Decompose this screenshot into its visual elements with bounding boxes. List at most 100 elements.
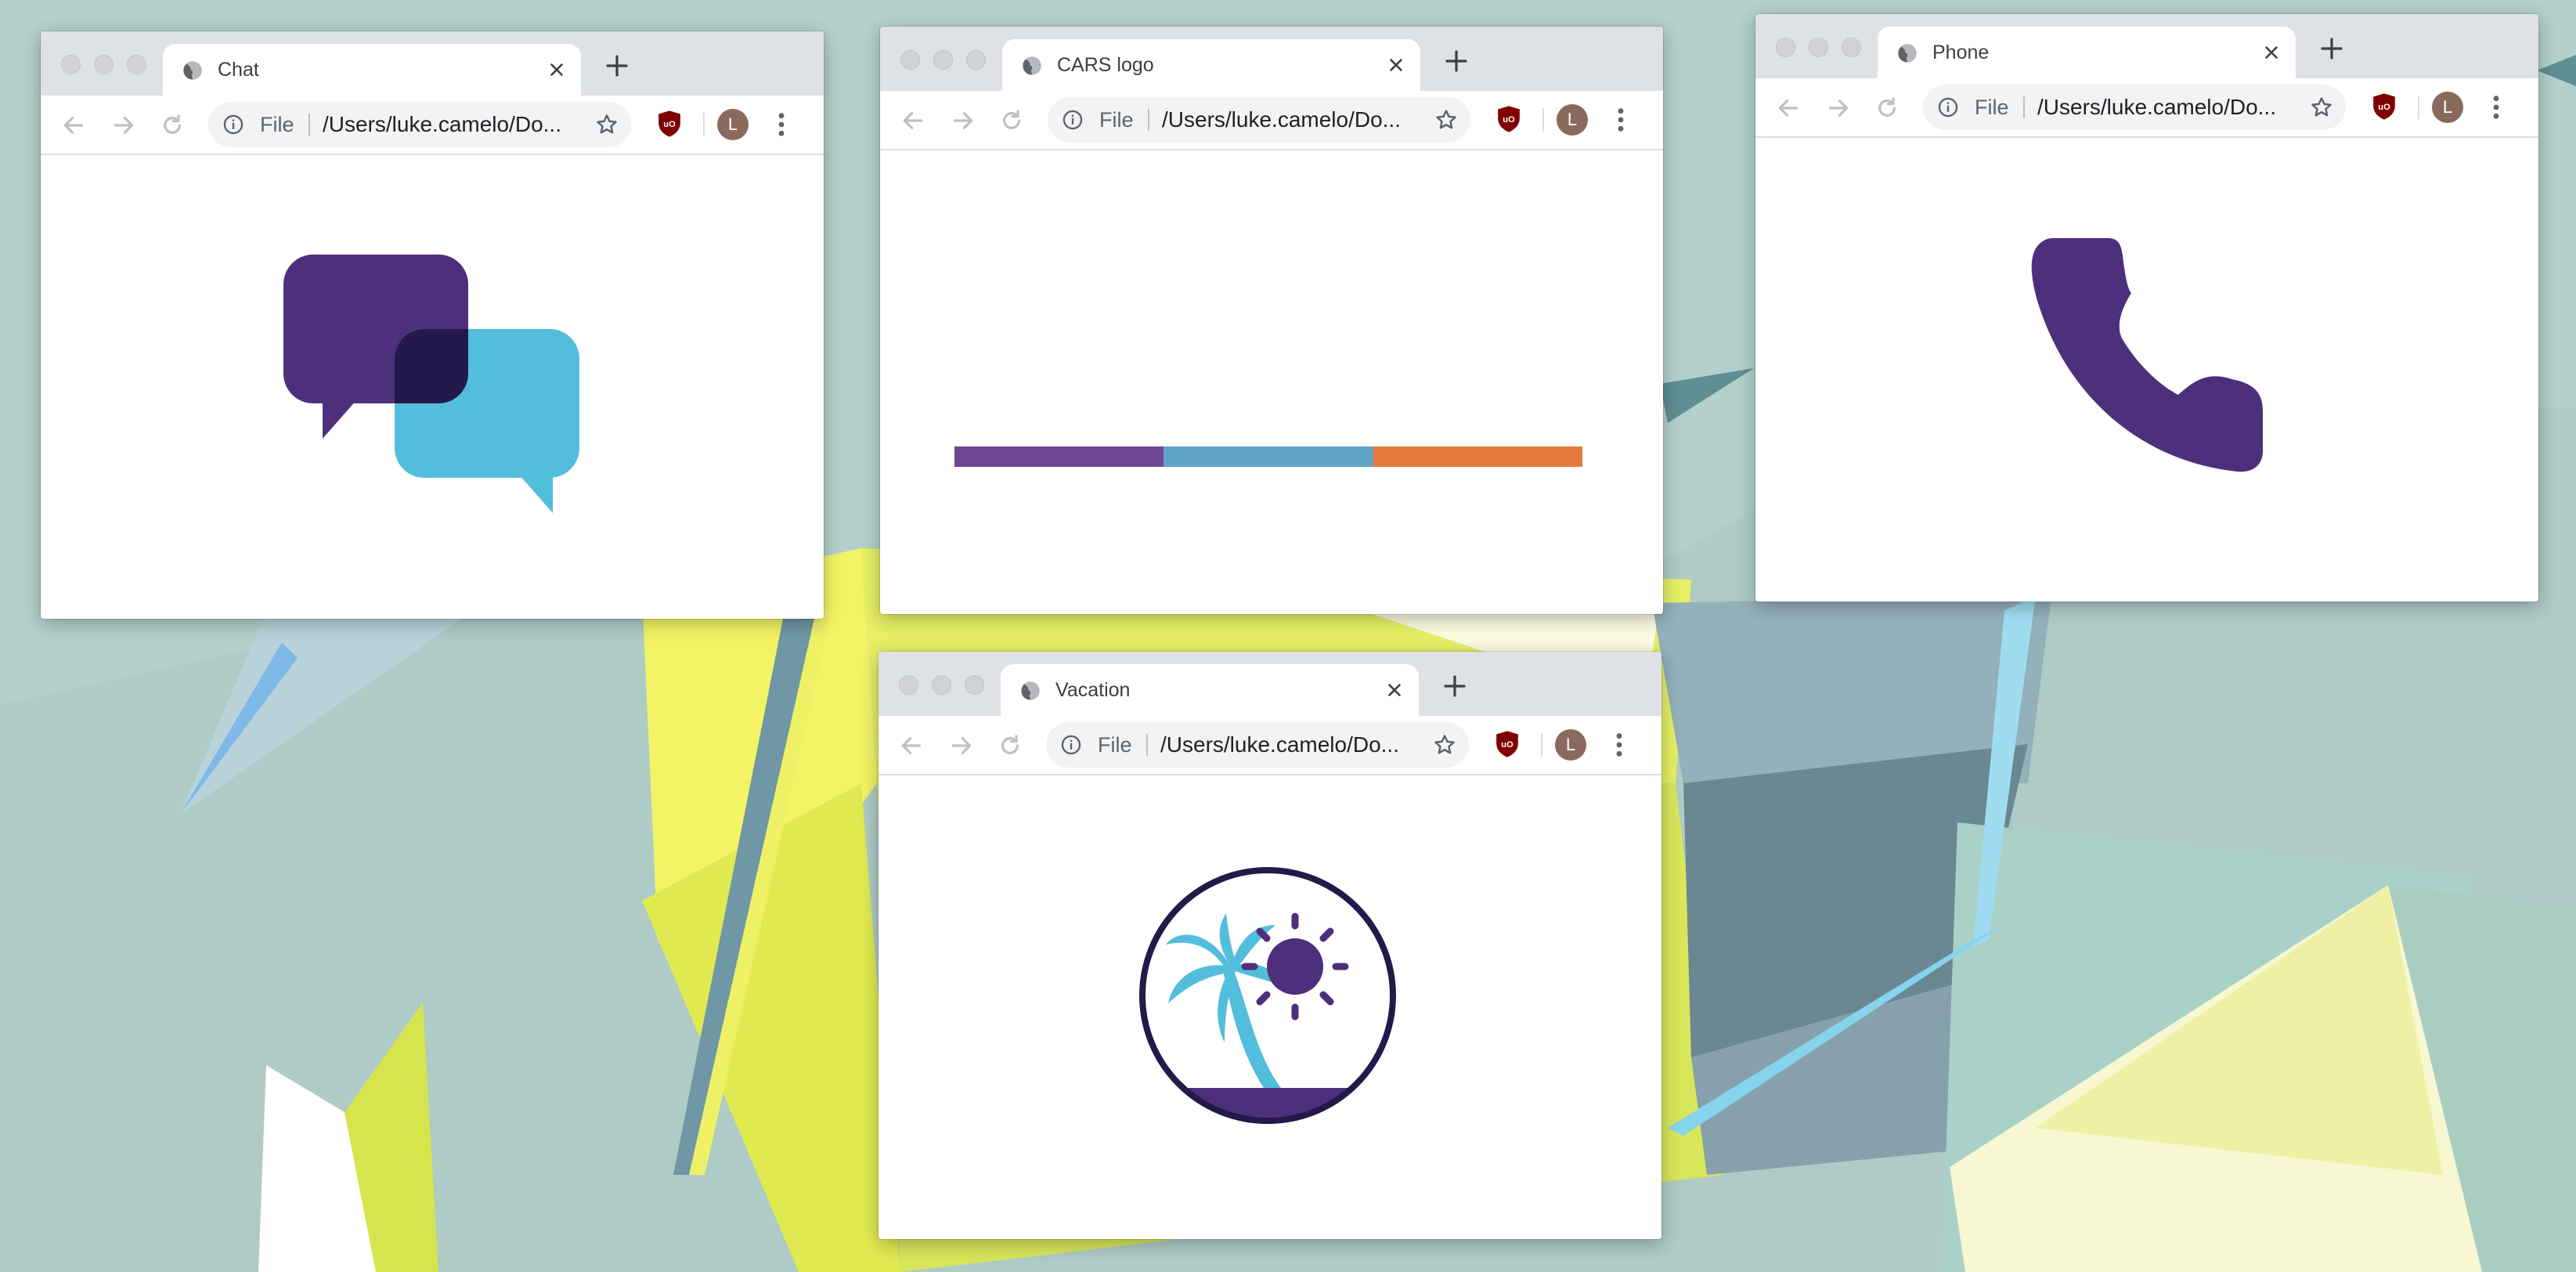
close-tab-icon[interactable] <box>547 60 567 80</box>
svg-text:uO: uO <box>1501 740 1513 750</box>
address-separator <box>308 114 310 136</box>
back-arrow-icon[interactable] <box>61 113 86 138</box>
back-arrow-icon[interactable] <box>899 733 924 758</box>
profile-avatar[interactable]: L <box>1557 104 1588 136</box>
ublock-shield-icon[interactable]: uO <box>1494 730 1521 758</box>
ublock-shield-icon[interactable]: uO <box>2371 92 2397 121</box>
globe-icon <box>1898 44 1917 63</box>
zoom-window-button[interactable] <box>966 50 986 70</box>
browser-window-cars-logo[interactable]: CARS logo File /Users/luke.camelo/Do... … <box>880 27 1663 614</box>
minimize-window-button[interactable] <box>94 55 114 74</box>
vacation-palm-sun-icon <box>1139 867 1396 1124</box>
svg-text:uO: uO <box>663 120 676 129</box>
ublock-shield-icon[interactable]: uO <box>656 110 683 138</box>
tab-phone[interactable]: Phone <box>1878 27 2296 78</box>
address-bar[interactable]: File /Users/luke.camelo/Do... <box>1046 722 1469 768</box>
page-content <box>41 155 824 619</box>
toolbar: File /Users/luke.camelo/Do... uO L <box>41 96 824 155</box>
file-scheme-label: File <box>1099 108 1134 132</box>
new-tab-icon[interactable] <box>1442 674 1467 699</box>
address-bar[interactable]: File /Users/luke.camelo/Do... <box>1923 85 2346 130</box>
globe-icon <box>183 61 202 80</box>
phone-icon <box>2031 238 2263 472</box>
ublock-shield-icon[interactable]: uO <box>1495 105 1522 133</box>
back-arrow-icon[interactable] <box>900 108 925 133</box>
url-text[interactable]: /Users/luke.camelo/Do... <box>2037 96 2276 119</box>
url-text[interactable]: /Users/luke.camelo/Do... <box>1162 108 1401 132</box>
svg-text:uO: uO <box>1503 115 1515 125</box>
menu-kebab-icon[interactable] <box>1611 732 1627 758</box>
close-tab-icon[interactable] <box>1386 55 1406 75</box>
tab-title: Phone <box>1932 42 1990 63</box>
close-tab-icon[interactable] <box>1384 680 1405 700</box>
toolbar: File /Users/luke.camelo/Do... uO L <box>880 91 1663 150</box>
cars-logo-stripe <box>954 446 1582 467</box>
forward-arrow-icon[interactable] <box>111 113 136 138</box>
page-content <box>879 775 1661 1239</box>
cars-logo-stripe-orange <box>1373 446 1582 467</box>
menu-kebab-icon[interactable] <box>1613 107 1629 133</box>
file-scheme-label: File <box>1098 733 1132 757</box>
minimize-window-button[interactable] <box>932 675 951 695</box>
toolbar: File /Users/luke.camelo/Do... uO L <box>879 716 1661 775</box>
tab-strip: Vacation <box>879 652 1661 716</box>
tab-strip: Phone <box>1755 14 2538 78</box>
browser-window-chat[interactable]: Chat File /Users/luke.camelo/Do... uO L <box>41 31 824 619</box>
address-separator <box>2023 96 2025 118</box>
chat-bubbles-icon <box>283 255 579 513</box>
window-controls <box>900 50 986 70</box>
new-tab-icon[interactable] <box>2319 36 2344 61</box>
close-window-button[interactable] <box>61 55 81 74</box>
page-content <box>1755 138 2538 602</box>
profile-avatar[interactable]: L <box>717 109 749 140</box>
tab-chat[interactable]: Chat <box>163 44 581 96</box>
info-icon[interactable] <box>222 114 244 136</box>
profile-avatar[interactable]: L <box>2432 92 2463 123</box>
tab-title: CARS logo <box>1057 54 1154 76</box>
menu-kebab-icon[interactable] <box>2488 94 2504 121</box>
file-scheme-label: File <box>260 113 294 136</box>
bookmark-star-icon[interactable] <box>595 113 619 136</box>
url-text[interactable]: /Users/luke.camelo/Do... <box>1160 733 1399 757</box>
toolbar-separator <box>1541 733 1542 757</box>
reload-icon[interactable] <box>1874 96 1900 121</box>
tab-title: Vacation <box>1055 679 1131 701</box>
zoom-window-button[interactable] <box>965 675 984 695</box>
close-window-button[interactable] <box>1776 38 1795 57</box>
address-separator <box>1148 109 1149 131</box>
info-icon[interactable] <box>1060 734 1082 756</box>
zoom-window-button[interactable] <box>1842 38 1861 57</box>
reload-icon[interactable] <box>160 113 185 138</box>
new-tab-icon[interactable] <box>1444 49 1469 74</box>
browser-window-vacation[interactable]: Vacation File /Users/luke.camelo/Do... u… <box>879 652 1661 1239</box>
forward-arrow-icon[interactable] <box>1826 96 1851 121</box>
info-icon[interactable] <box>1937 96 1959 118</box>
minimize-window-button[interactable] <box>1809 38 1828 57</box>
menu-kebab-icon[interactable] <box>774 111 789 138</box>
close-window-button[interactable] <box>900 50 920 70</box>
cars-logo-stripe-purple <box>954 446 1164 467</box>
info-icon[interactable] <box>1062 109 1084 131</box>
address-bar[interactable]: File /Users/luke.camelo/Do... <box>1048 97 1470 143</box>
back-arrow-icon[interactable] <box>1776 96 1801 121</box>
zoom-window-button[interactable] <box>127 55 146 74</box>
tab-vacation[interactable]: Vacation <box>1001 664 1419 716</box>
close-window-button[interactable] <box>899 675 918 695</box>
bookmark-star-icon[interactable] <box>1434 108 1458 132</box>
address-bar[interactable]: File /Users/luke.camelo/Do... <box>208 102 631 147</box>
new-tab-icon[interactable] <box>604 53 630 78</box>
reload-icon[interactable] <box>999 108 1024 133</box>
bookmark-star-icon[interactable] <box>2310 96 2333 119</box>
profile-avatar[interactable]: L <box>1555 729 1586 761</box>
forward-arrow-icon[interactable] <box>951 108 976 133</box>
bookmark-star-icon[interactable] <box>1433 733 1456 757</box>
browser-window-phone[interactable]: Phone File /Users/luke.camelo/Do... uO L <box>1755 14 2538 602</box>
forward-arrow-icon[interactable] <box>949 733 974 758</box>
url-text[interactable]: /Users/luke.camelo/Do... <box>323 113 561 136</box>
reload-icon[interactable] <box>998 733 1023 758</box>
tab-cars-logo[interactable]: CARS logo <box>1002 39 1420 91</box>
minimize-window-button[interactable] <box>933 50 953 70</box>
close-tab-icon[interactable] <box>2261 42 2282 63</box>
window-controls <box>61 55 146 74</box>
cars-logo-stripe-blue <box>1164 446 1373 467</box>
